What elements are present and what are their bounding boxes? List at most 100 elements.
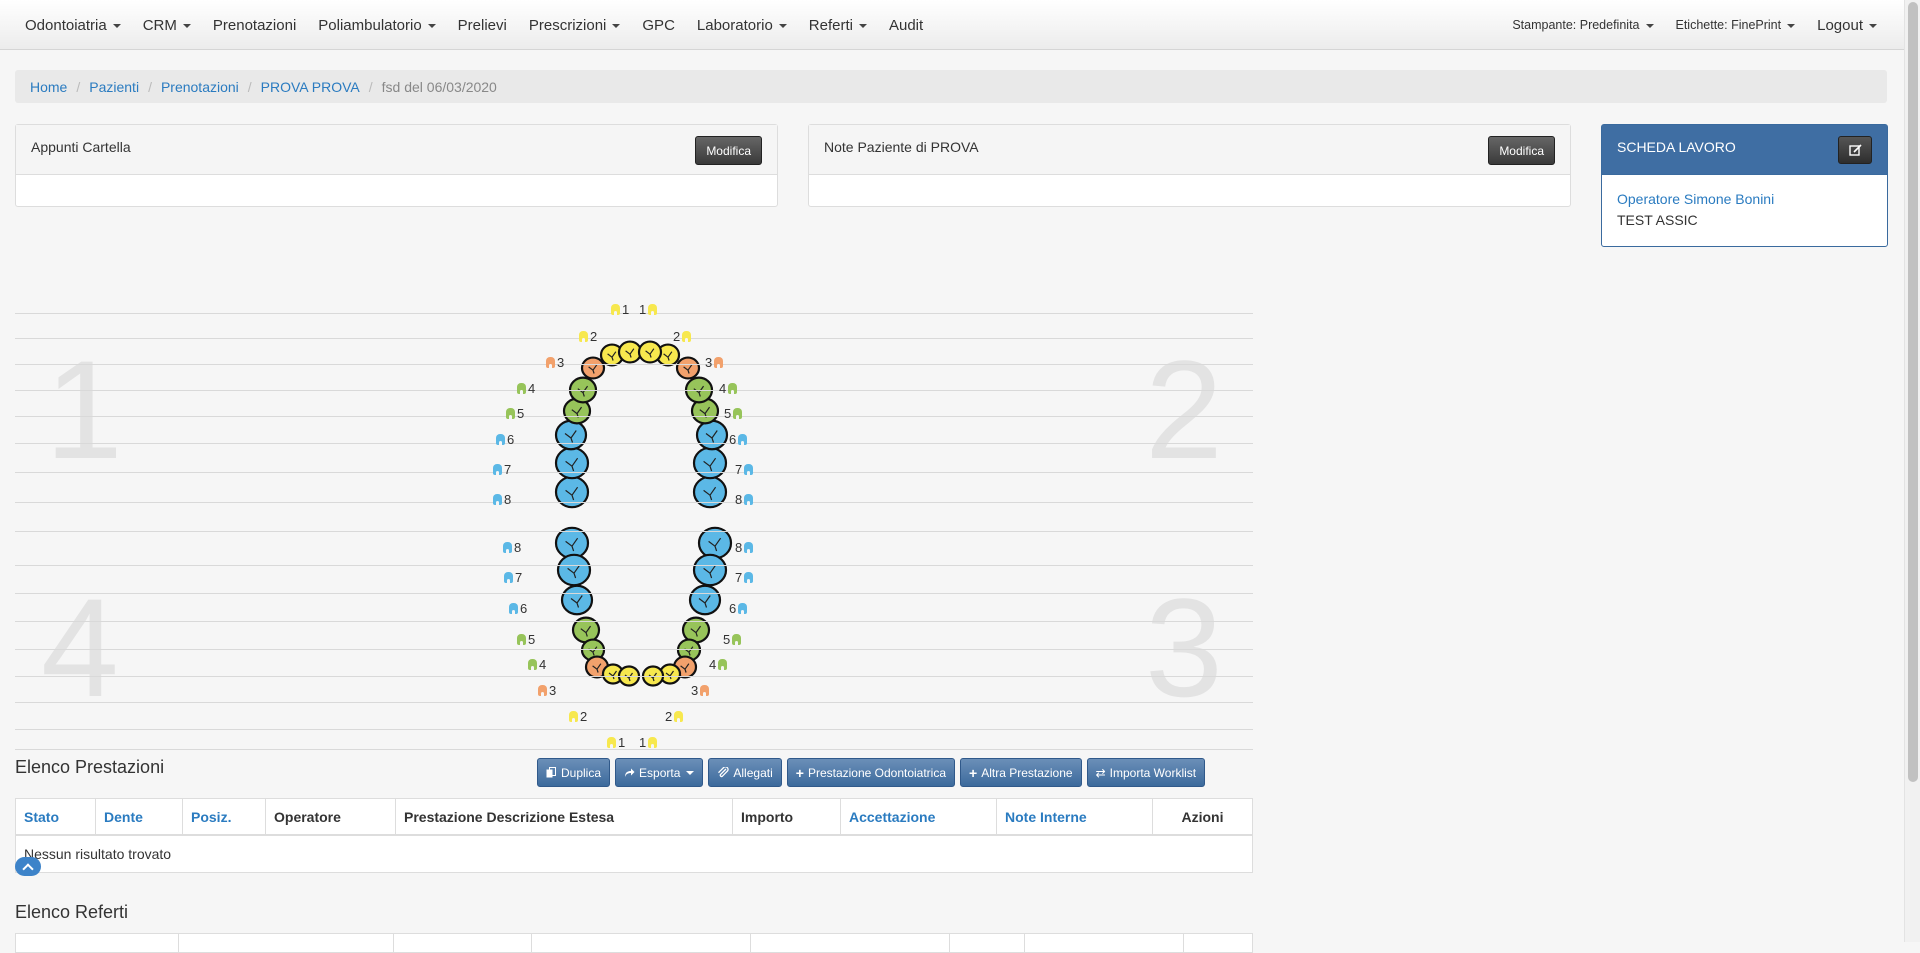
tooth-label-lower-right[interactable]: 1 <box>639 735 658 750</box>
modifica-appunti-button[interactable]: Modifica <box>695 136 762 165</box>
importa-worklist-button[interactable]: ⇄ Importa Worklist <box>1086 758 1206 787</box>
tooth-label-lower-left[interactable]: 8 <box>503 540 521 555</box>
tooth-label-lower-right[interactable]: 6 <box>729 601 748 616</box>
tooth-label-upper-left[interactable]: 7 <box>493 462 511 477</box>
tooth-label-upper-left[interactable]: 1 <box>611 302 629 317</box>
tooth-label-upper-left[interactable]: 4 <box>517 381 535 396</box>
tooth-shape[interactable] <box>554 526 590 560</box>
col-note-interne[interactable]: Note Interne <box>997 799 1153 834</box>
tooth-shape[interactable] <box>697 526 733 560</box>
tooth-label-upper-right[interactable]: 2 <box>673 329 692 344</box>
tooth-label-lower-right[interactable]: 8 <box>735 540 754 555</box>
tooth-label-lower-left[interactable]: 7 <box>504 570 522 585</box>
menu-poliambulatorio[interactable]: Poliambulatorio <box>307 17 446 34</box>
menu-prescrizioni[interactable]: Prescrizioni <box>518 17 632 34</box>
esporta-button[interactable]: Esporta <box>615 758 704 787</box>
tooth-label-upper-right[interactable]: 4 <box>719 381 738 396</box>
printer-selector[interactable]: Stampante: Predefinita <box>1501 18 1664 32</box>
breadcrumb-prenotazioni[interactable]: Prenotazioni <box>161 79 239 95</box>
panel-title: Note Paziente di PROVA <box>824 139 979 155</box>
tooth-shape[interactable] <box>692 553 728 587</box>
tooth-label-upper-right[interactable]: 6 <box>729 432 748 447</box>
appunti-cartella-panel: Appunti Cartella Modifica <box>15 124 778 207</box>
logout-label: Logout <box>1817 16 1863 34</box>
tooth-label-upper-left[interactable]: 6 <box>496 432 514 447</box>
scheda-lavoro-panel: SCHEDA LAVORO Operatore Simone Bonini TE… <box>1601 124 1888 247</box>
scrollbar-thumb[interactable] <box>1908 2 1918 782</box>
duplica-button[interactable]: Duplica <box>537 758 611 787</box>
breadcrumb-pazienti[interactable]: Pazienti <box>89 79 139 95</box>
logout-menu[interactable]: Logout <box>1806 17 1888 34</box>
tooth-icon <box>538 685 547 697</box>
tooth-label-upper-right[interactable]: 1 <box>639 302 658 317</box>
operator-link[interactable]: Operatore Simone Bonini <box>1617 191 1872 207</box>
tooth-label-lower-left[interactable]: 4 <box>528 657 546 672</box>
tooth-shape[interactable] <box>580 356 606 380</box>
prestazione-odontoiatrica-button[interactable]: + Prestazione Odontoiatrica <box>786 758 956 787</box>
prestazioni-toolbar: Duplica Esporta Allegati + Prestazione O… <box>537 758 1206 787</box>
tooth-shape[interactable] <box>554 446 590 480</box>
button-label: Allegati <box>733 765 773 780</box>
tooth-icon <box>738 603 748 615</box>
tooth-label-upper-left[interactable]: 8 <box>493 492 511 507</box>
tooth-number: 7 <box>735 570 743 585</box>
tooth-number: 3 <box>557 355 565 370</box>
menu-label: GPC <box>642 16 675 34</box>
menu-crm[interactable]: CRM <box>132 17 202 34</box>
menu-prelievi[interactable]: Prelievi <box>447 17 518 34</box>
tooth-label-lower-right[interactable]: 3 <box>691 683 710 698</box>
tooth-shape[interactable] <box>554 419 588 451</box>
tooth-icon <box>744 494 754 506</box>
tooth-shape[interactable] <box>617 340 643 364</box>
tooth-shape[interactable] <box>688 584 722 616</box>
referti-title: Elenco Referti <box>15 902 129 922</box>
col-azioni: Azioni <box>1181 808 1224 825</box>
allegati-button[interactable]: Allegati <box>708 758 782 787</box>
tooth-label-lower-right[interactable]: 7 <box>735 570 754 585</box>
tooth-shape[interactable] <box>675 356 701 380</box>
col-accettazione[interactable]: Accettazione <box>841 799 997 834</box>
menu-prenotazioni[interactable]: Prenotazioni <box>202 17 307 34</box>
scroll-up-button[interactable] <box>15 857 41 876</box>
tooth-label-upper-left[interactable]: 3 <box>546 355 564 370</box>
tooth-number: 2 <box>580 709 588 724</box>
tooth-label-lower-left[interactable]: 3 <box>538 683 556 698</box>
tooth-label-lower-left[interactable]: 2 <box>569 709 587 724</box>
labels-selector[interactable]: Etichette: FinePrint <box>1665 18 1807 32</box>
modifica-note-button[interactable]: Modifica <box>1488 136 1555 165</box>
tooth-icon <box>528 659 537 671</box>
tooth-label-upper-right[interactable]: 5 <box>724 406 743 421</box>
tooth-label-upper-left[interactable]: 2 <box>579 329 597 344</box>
altra-prestazione-button[interactable]: + Altra Prestazione <box>960 758 1082 787</box>
tooth-label-upper-right[interactable]: 3 <box>705 355 724 370</box>
page-scrollbar[interactable] <box>1904 0 1920 942</box>
tooth-shape[interactable] <box>556 553 592 587</box>
breadcrumb-home[interactable]: Home <box>30 79 67 95</box>
col-stato[interactable]: Stato <box>16 799 96 834</box>
breadcrumb-patient[interactable]: PROVA PROVA <box>261 79 360 95</box>
tooth-label-upper-right[interactable]: 7 <box>735 462 754 477</box>
tooth-label-lower-right[interactable]: 4 <box>709 657 728 672</box>
tooth-shape[interactable] <box>560 584 594 616</box>
menu-laboratorio[interactable]: Laboratorio <box>686 17 798 34</box>
tooth-label-upper-right[interactable]: 8 <box>735 492 754 507</box>
button-label: Esporta <box>639 765 681 780</box>
tooth-label-lower-left[interactable]: 6 <box>509 601 527 616</box>
tooth-shape[interactable] <box>695 419 729 451</box>
tooth-label-upper-left[interactable]: 5 <box>506 406 524 421</box>
tooth-label-lower-right[interactable]: 5 <box>723 632 742 647</box>
tooth-shape[interactable] <box>637 340 663 364</box>
tooth-number: 2 <box>673 329 681 344</box>
col-dente[interactable]: Dente <box>96 799 183 834</box>
edit-scheda-button[interactable] <box>1838 136 1872 164</box>
menu-odontoiatria[interactable]: Odontoiatria <box>14 17 132 34</box>
menu-gpc[interactable]: GPC <box>631 17 686 34</box>
tooth-label-lower-left[interactable]: 1 <box>607 735 625 750</box>
tooth-shape[interactable] <box>692 446 728 480</box>
menu-referti[interactable]: Referti <box>798 17 878 34</box>
col-posiz[interactable]: Posiz. <box>183 799 266 834</box>
tooth-label-lower-left[interactable]: 5 <box>517 632 535 647</box>
col-operatore: Operatore <box>266 799 396 834</box>
menu-audit[interactable]: Audit <box>878 17 934 34</box>
tooth-label-lower-right[interactable]: 2 <box>665 709 684 724</box>
